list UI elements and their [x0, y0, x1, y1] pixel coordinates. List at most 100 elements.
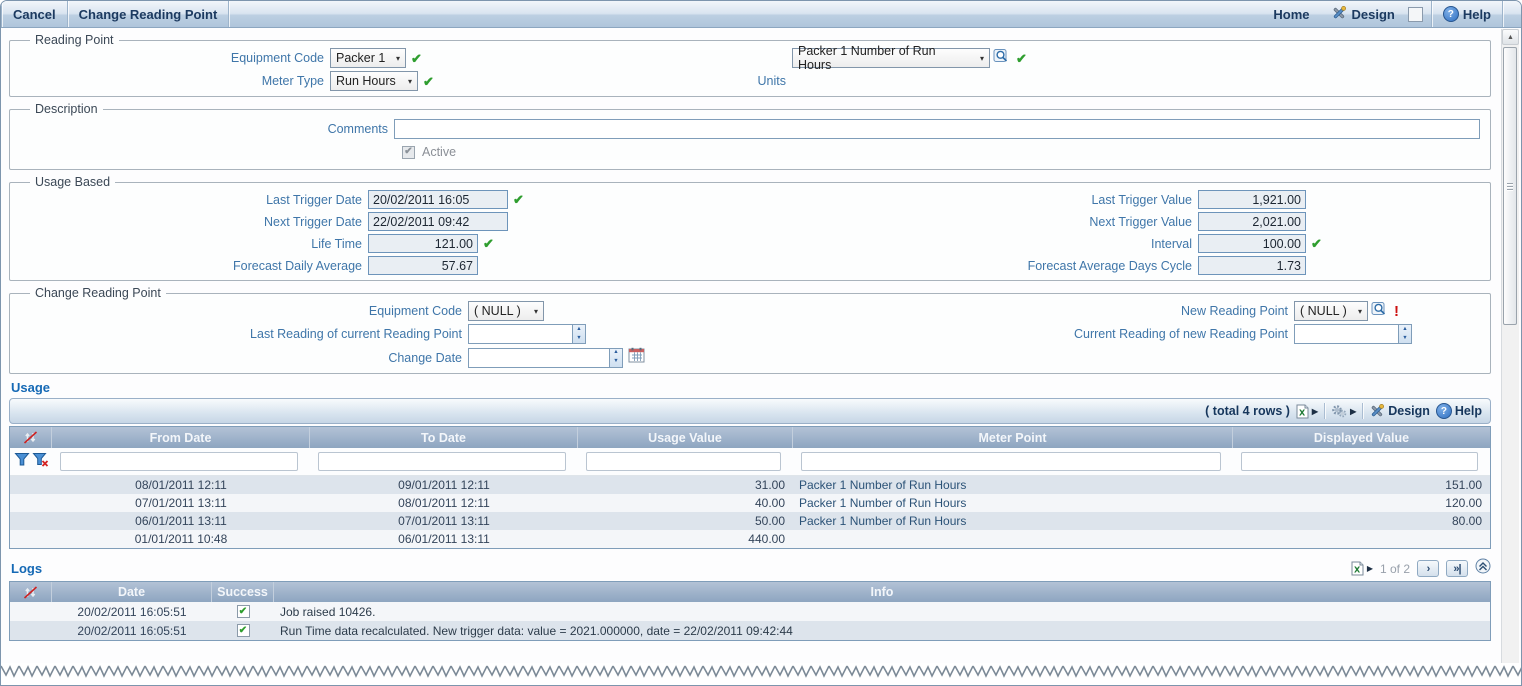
logs-table: Date Success Info 20/02/2011 16:05:51 ✔ …	[9, 581, 1491, 641]
usage-col-meter-point[interactable]: Meter Point	[793, 427, 1233, 448]
cell-from-date: 08/01/2011 12:11	[52, 478, 310, 492]
life-time-control: 121.00 ✔	[368, 234, 788, 253]
change-date-spinner[interactable]: ▲ ▼	[610, 348, 623, 368]
last-trigger-value-control: 1,921.00	[1198, 190, 1482, 209]
logs-col-info[interactable]: Info	[274, 582, 1490, 602]
to-date-filter-input[interactable]	[318, 452, 566, 471]
next-trigger-value-control: 2,021.00	[1198, 212, 1482, 231]
table-row[interactable]: 06/01/2011 13:11 07/01/2011 13:11 50.00 …	[10, 512, 1490, 530]
toolbar-separator	[1502, 1, 1503, 27]
last-trigger-date-control: 20/02/2011 16:05 ✔	[368, 190, 788, 209]
last-reading-input[interactable]	[468, 324, 573, 344]
next-page-button[interactable]: ›	[1417, 560, 1439, 577]
success-checkbox: ✔	[237, 605, 250, 618]
cell-log-date: 20/02/2011 16:05:51	[52, 605, 212, 619]
calendar-icon[interactable]	[628, 347, 645, 368]
cell-displayed-value: 151.00	[1233, 478, 1490, 492]
last-reading-spinner[interactable]: ▲ ▼	[573, 324, 586, 344]
crp-equipment-code-label: Equipment Code	[18, 304, 462, 318]
usage-based-fieldset: Usage Based Last Trigger Date 20/02/2011…	[9, 175, 1491, 281]
logs-export-excel-button[interactable]: X ▶	[1351, 561, 1373, 576]
comments-input[interactable]	[394, 119, 1480, 139]
home-button-label: Home	[1273, 7, 1309, 22]
collapse-section-icon[interactable]	[1475, 558, 1491, 579]
cancel-button[interactable]: Cancel	[2, 1, 67, 27]
usage-design-button[interactable]: Design	[1369, 403, 1430, 419]
change-date-input[interactable]	[468, 348, 610, 368]
meter-point-control: Packer 1 Number of Run Hours ▾ ✔	[792, 48, 1482, 68]
vertical-scrollbar[interactable]: ▲	[1501, 29, 1519, 685]
cell-from-date: 06/01/2011 13:11	[52, 514, 310, 528]
usage-col-from-date[interactable]: From Date	[52, 427, 310, 448]
description-legend: Description	[30, 102, 103, 116]
usage-based-grid: Last Trigger Date 20/02/2011 16:05 ✔ Las…	[18, 190, 1482, 275]
logs-col-success[interactable]: Success	[212, 582, 274, 602]
filter-cell	[578, 452, 793, 471]
magnifier-lookup-icon[interactable]	[993, 48, 1011, 68]
life-time-label: Life Time	[18, 237, 362, 251]
scrollbar-thumb[interactable]	[1503, 47, 1517, 325]
filter-actions	[10, 452, 52, 472]
cell-displayed-value: 80.00	[1233, 514, 1490, 528]
crp-equipment-code-select[interactable]: ( NULL ) ▾	[468, 301, 544, 321]
filter-cell	[52, 452, 310, 471]
grid-settings-button[interactable]: ▶	[1331, 404, 1356, 418]
table-row[interactable]: 08/01/2011 12:11 09/01/2011 12:11 31.00 …	[10, 476, 1490, 494]
design-button[interactable]: Design	[1320, 1, 1405, 27]
design-button-label: Design	[1351, 7, 1394, 22]
from-date-filter-input[interactable]	[60, 452, 298, 471]
usage-col-usage-value[interactable]: Usage Value	[578, 427, 793, 448]
logs-col-date[interactable]: Date	[52, 582, 212, 602]
usage-help-button[interactable]: ? Help	[1436, 403, 1482, 419]
cell-usage-value: 50.00	[578, 514, 793, 528]
units-label: Units	[708, 74, 786, 88]
table-row[interactable]: 20/02/2011 16:05:51 ✔ Job raised 10426.	[10, 602, 1490, 621]
toolbar-right-group: Home Design ? Help	[1262, 1, 1521, 27]
usage-value-filter-input[interactable]	[586, 452, 781, 471]
valid-check-icon: ✔	[423, 75, 434, 88]
new-reading-point-select[interactable]: ( NULL ) ▾	[1294, 301, 1368, 321]
active-row: ✔ Active	[402, 140, 1482, 164]
current-reading-spinner[interactable]: ▲ ▼	[1399, 324, 1412, 344]
displayed-value-filter-input[interactable]	[1241, 452, 1478, 471]
help-button[interactable]: ? Help	[1432, 1, 1502, 27]
new-reading-point-label: New Reading Point	[854, 304, 1288, 318]
filter-cell	[1233, 452, 1490, 471]
scroll-up-button[interactable]: ▲	[1502, 29, 1519, 45]
design-mode-checkbox[interactable]	[1408, 7, 1423, 22]
table-row[interactable]: 07/01/2011 13:11 08/01/2011 12:11 40.00 …	[10, 494, 1490, 512]
magnifier-lookup-icon[interactable]	[1371, 301, 1389, 321]
reading-point-grid: Equipment Code Packer 1 ▾ ✔ Packer 1 Num…	[18, 48, 1482, 91]
current-reading-input[interactable]	[1294, 324, 1399, 344]
usage-table: From Date To Date Usage Value Meter Poin…	[9, 426, 1491, 549]
interval-label: Interval	[794, 237, 1192, 251]
clear-sort-icon[interactable]	[10, 427, 52, 448]
help-button-label: Help	[1463, 7, 1491, 22]
meter-point-filter-input[interactable]	[801, 452, 1221, 471]
table-row[interactable]: 01/01/2011 10:48 06/01/2011 13:11 440.00	[10, 530, 1490, 548]
forecast-average-days-cycle-field: 1.73	[1198, 256, 1306, 275]
clear-sort-icon[interactable]	[10, 582, 52, 602]
forecast-average-days-cycle-label: Forecast Average Days Cycle	[794, 259, 1192, 273]
last-page-button[interactable]: »|	[1446, 560, 1468, 577]
reading-point-legend: Reading Point	[30, 33, 119, 47]
filter-cell	[793, 452, 1233, 471]
home-button[interactable]: Home	[1262, 1, 1320, 27]
usage-col-to-date[interactable]: To Date	[310, 427, 578, 448]
last-trigger-date-label: Last Trigger Date	[18, 193, 362, 207]
life-time-field: 121.00	[368, 234, 478, 253]
export-excel-button[interactable]: X ▶	[1296, 404, 1318, 419]
forecast-average-days-cycle-control: 1.73	[1198, 256, 1482, 275]
meter-type-select[interactable]: Run Hours ▾	[330, 71, 418, 91]
valid-check-icon: ✔	[1311, 237, 1322, 250]
change-reading-point-button[interactable]: Change Reading Point	[68, 1, 229, 27]
usage-col-displayed-value[interactable]: Displayed Value	[1233, 427, 1490, 448]
equipment-code-select[interactable]: Packer 1 ▾	[330, 48, 406, 68]
active-checkbox[interactable]: ✔	[402, 146, 415, 159]
next-trigger-value-field: 2,021.00	[1198, 212, 1306, 231]
clear-filter-funnel-icon[interactable]	[32, 452, 49, 472]
meter-point-select[interactable]: Packer 1 Number of Run Hours ▾	[792, 48, 990, 68]
table-row[interactable]: 20/02/2011 16:05:51 ✔ Run Time data reca…	[10, 621, 1490, 640]
apply-filter-funnel-icon[interactable]	[14, 452, 30, 472]
excel-export-icon: X	[1296, 404, 1309, 419]
